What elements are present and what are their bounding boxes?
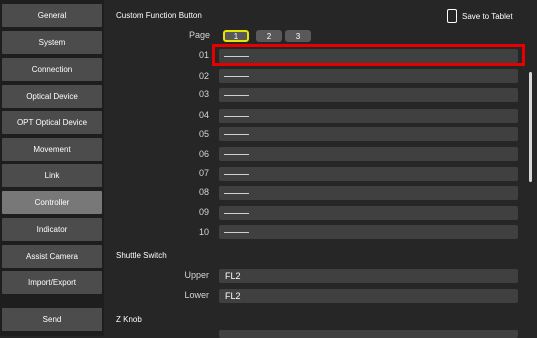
sidebar-item-controller[interactable]: Controller <box>2 191 102 214</box>
sidebar-item-assist-camera[interactable]: Assist Camera <box>2 245 102 268</box>
settings-sidebar: General System Connection Optical Device… <box>0 0 104 336</box>
page-label: Page <box>189 30 211 40</box>
sidebar-item-movement[interactable]: Movement <box>2 138 102 161</box>
main-panel: Custom Function Button Save to Tablet Pa… <box>104 0 537 338</box>
row-09-value <box>224 212 249 214</box>
row-07-value <box>224 173 249 175</box>
sidebar-item-import-export[interactable]: Import/Export <box>2 271 102 294</box>
page-1-button[interactable]: 1 <box>223 30 249 42</box>
row-04-label: 04 <box>198 110 209 120</box>
row-06-value <box>224 153 249 155</box>
row-05-label: 05 <box>198 129 209 139</box>
row-05-value <box>224 133 249 135</box>
shuttle-switch-title: Shuttle Switch <box>116 251 167 260</box>
row-01-label: 01 <box>198 50 209 60</box>
row-07-label: 07 <box>198 168 209 178</box>
row-03-field[interactable] <box>219 88 518 102</box>
sidebar-item-indicator[interactable]: Indicator <box>2 218 102 241</box>
row-02-field[interactable] <box>219 69 518 83</box>
send-button[interactable]: Send <box>2 308 102 331</box>
row-09-field[interactable] <box>219 206 518 220</box>
shuttle-upper-label: Upper <box>184 270 209 280</box>
row-02-label: 02 <box>198 71 209 81</box>
shuttle-lower-field[interactable]: FL2 <box>219 289 518 303</box>
custom-function-title: Custom Function Button <box>116 11 202 20</box>
row-10-field[interactable] <box>219 225 518 239</box>
shuttle-lower-value: FL2 <box>225 291 241 301</box>
sidebar-item-system[interactable]: System <box>2 31 102 54</box>
sidebar-item-link[interactable]: Link <box>2 164 102 187</box>
row-10-value <box>224 231 249 233</box>
sidebar-item-optical-device[interactable]: Optical Device <box>2 85 102 108</box>
row-02-value <box>224 75 249 77</box>
row-06-label: 06 <box>198 149 209 159</box>
sidebar-item-opt-optical-device[interactable]: OPT Optical Device <box>2 111 102 134</box>
row-06-field[interactable] <box>219 147 518 161</box>
page-3-button[interactable]: 3 <box>285 30 311 42</box>
sidebar-item-connection[interactable]: Connection <box>2 58 102 81</box>
row-03-value <box>224 94 249 96</box>
row-09-label: 09 <box>198 207 209 217</box>
scrollbar[interactable] <box>529 72 532 182</box>
row-08-value <box>224 192 249 194</box>
save-to-tablet-button[interactable]: Save to Tablet <box>447 8 513 24</box>
tablet-icon <box>447 9 457 23</box>
row-08-label: 08 <box>198 187 209 197</box>
row-10-label: 10 <box>198 227 209 237</box>
page-2-button[interactable]: 2 <box>256 30 282 42</box>
shuttle-upper-field[interactable]: FL2 <box>219 269 518 283</box>
row-08-field[interactable] <box>219 186 518 200</box>
save-to-tablet-label: Save to Tablet <box>462 11 513 21</box>
z-knob-title: Z Knob <box>116 315 142 324</box>
row-03-label: 03 <box>198 89 209 99</box>
z-knob-field[interactable] <box>219 330 518 338</box>
row-04-field[interactable] <box>219 109 518 123</box>
shuttle-upper-value: FL2 <box>225 271 241 281</box>
shuttle-lower-label: Lower <box>184 290 209 300</box>
selection-highlight <box>212 44 525 66</box>
row-07-field[interactable] <box>219 167 518 181</box>
sidebar-item-general[interactable]: General <box>2 4 102 27</box>
row-05-field[interactable] <box>219 127 518 141</box>
row-04-value <box>224 115 249 117</box>
